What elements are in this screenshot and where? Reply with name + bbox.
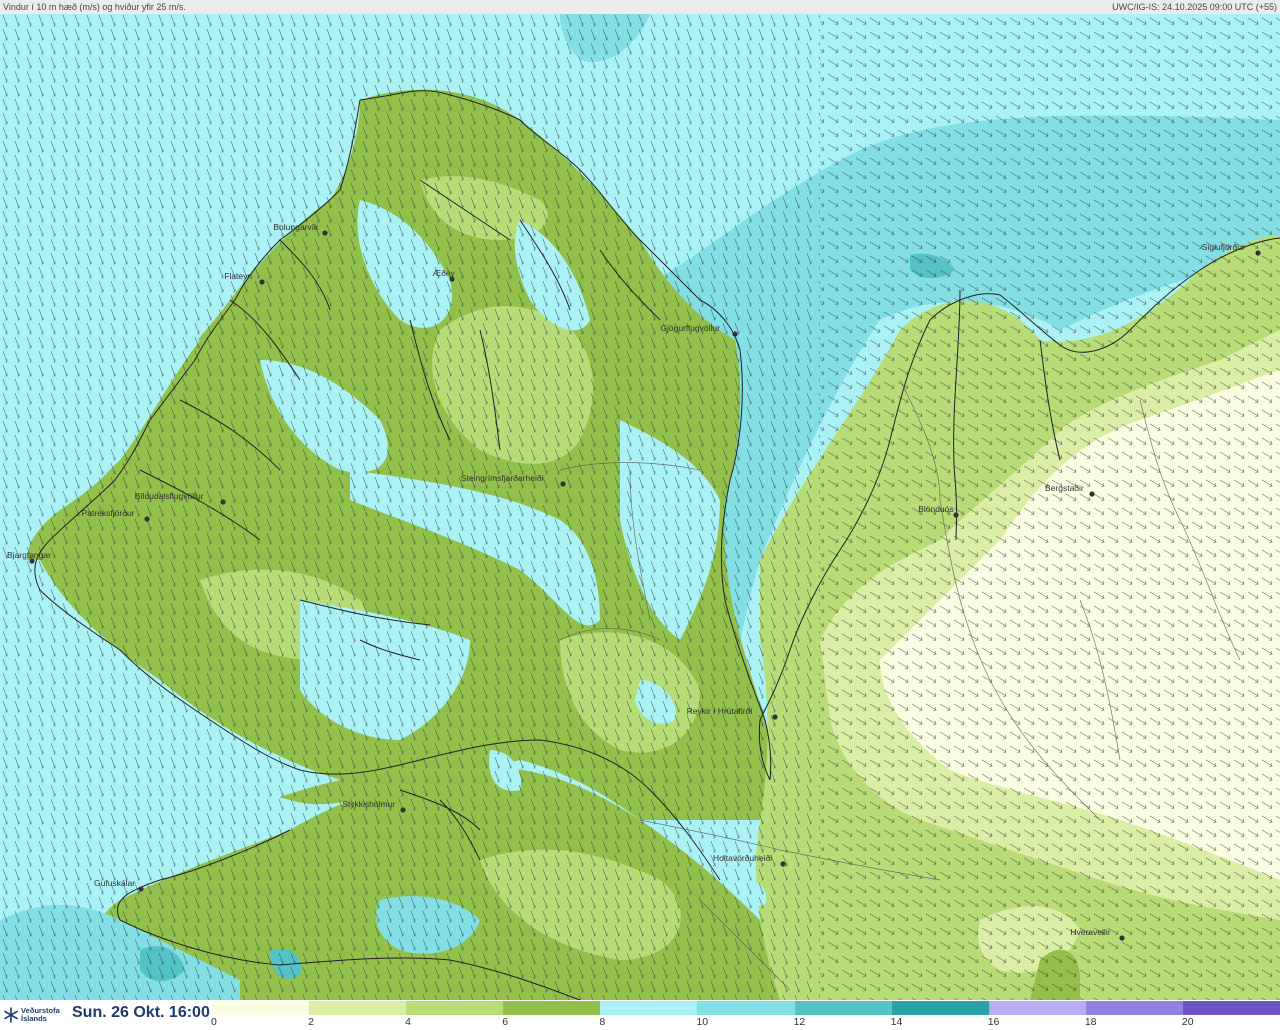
place-dot (400, 807, 406, 813)
legend-tick-label: 8 (599, 1016, 606, 1028)
place-label: Æðey (433, 268, 456, 278)
legend-swatch (503, 1001, 601, 1015)
place-label: Bolungarvík (273, 222, 319, 232)
wind-arrows-layer (0, 14, 820, 1000)
legend-swatch (212, 1001, 310, 1015)
place-label: Steingrímsfjarðarheiði (461, 473, 544, 483)
wind-speed-legend (212, 1001, 1280, 1015)
legend-swatch (406, 1001, 504, 1015)
snowflake-icon (4, 1007, 18, 1023)
legend-tick-label: 4 (405, 1016, 412, 1028)
place-label: Holtavörðuheiði (713, 853, 772, 863)
place-dot (560, 481, 566, 487)
place-label: Hveravellir (1070, 927, 1110, 937)
forecast-datetime: Sun. 26 Okt. 16:00 (72, 1004, 210, 1021)
model-run-info: UWC/IG-IS: 24.10.2025 09:00 UTC (+55) (1112, 2, 1277, 12)
place-dot (1119, 935, 1125, 941)
vedurstofa-logo: Veðurstofa Íslands (2, 1002, 68, 1028)
place-dot (1089, 491, 1095, 497)
legend-swatch (309, 1001, 407, 1015)
place-label: Bergstaðir (1045, 483, 1084, 493)
place-dot (732, 331, 738, 337)
wind-map[interactable]: Bolungarvík Flateyri Æðey Gjögurflugvöllur S… (0, 14, 1280, 1000)
place-dot (1255, 250, 1261, 256)
place-label: Gufuskálar (94, 878, 135, 888)
legend-tick-label: 12 (793, 1016, 806, 1028)
place-dot (144, 516, 150, 522)
legend-swatch (891, 1001, 989, 1015)
place-dot (259, 279, 265, 285)
place-label: Bíldudalsflugvöllur (135, 491, 204, 501)
place-label: Blönduós (918, 504, 953, 514)
map-description: Vindur í 10 m hæð (m/s) og hviður yfir 2… (3, 2, 186, 12)
place-dot (220, 499, 226, 505)
place-dot (780, 861, 786, 867)
legend-swatch (988, 1001, 1086, 1015)
legend-swatch (600, 1001, 698, 1015)
wind-arrows-layer-east (820, 14, 1280, 1000)
place-label: Reykir í Hrútafirði (687, 706, 753, 716)
map-header: Vindur í 10 m hæð (m/s) og hviður yfir 2… (0, 0, 1280, 14)
legend-swatch (1182, 1001, 1280, 1015)
place-label: Bjargtangar (7, 550, 51, 560)
place-label: Siglufjörður (1202, 242, 1245, 252)
legend-tick-label: 16 (987, 1016, 1000, 1028)
place-label: Patreksfjörður (82, 508, 135, 518)
legend-tick-label: 0 (211, 1016, 217, 1028)
legend-tick-label: 2 (308, 1016, 314, 1028)
logo-text: Veðurstofa Íslands (21, 1006, 60, 1023)
map-footer: Veðurstofa Íslands Sun. 26 Okt. 16:00 0 2… (0, 1000, 1280, 1030)
legend-tick-label: 10 (696, 1016, 709, 1028)
legend-tick-label: 20 (1181, 1016, 1194, 1028)
place-dot (953, 512, 959, 518)
place-dot (772, 714, 778, 720)
legend-tick-label: 14 (890, 1016, 903, 1028)
legend-swatch (697, 1001, 795, 1015)
place-label: Gjögurflugvöllur (660, 323, 720, 333)
legend-swatch (1085, 1001, 1183, 1015)
legend-tick-label: 18 (1084, 1016, 1097, 1028)
legend-tick-label: 6 (502, 1016, 509, 1028)
place-label: Flateyri (224, 271, 252, 281)
place-dot (138, 886, 144, 892)
place-dot (322, 230, 328, 236)
legend-swatch (794, 1001, 892, 1015)
place-label: Stykkishólmur (342, 799, 395, 809)
